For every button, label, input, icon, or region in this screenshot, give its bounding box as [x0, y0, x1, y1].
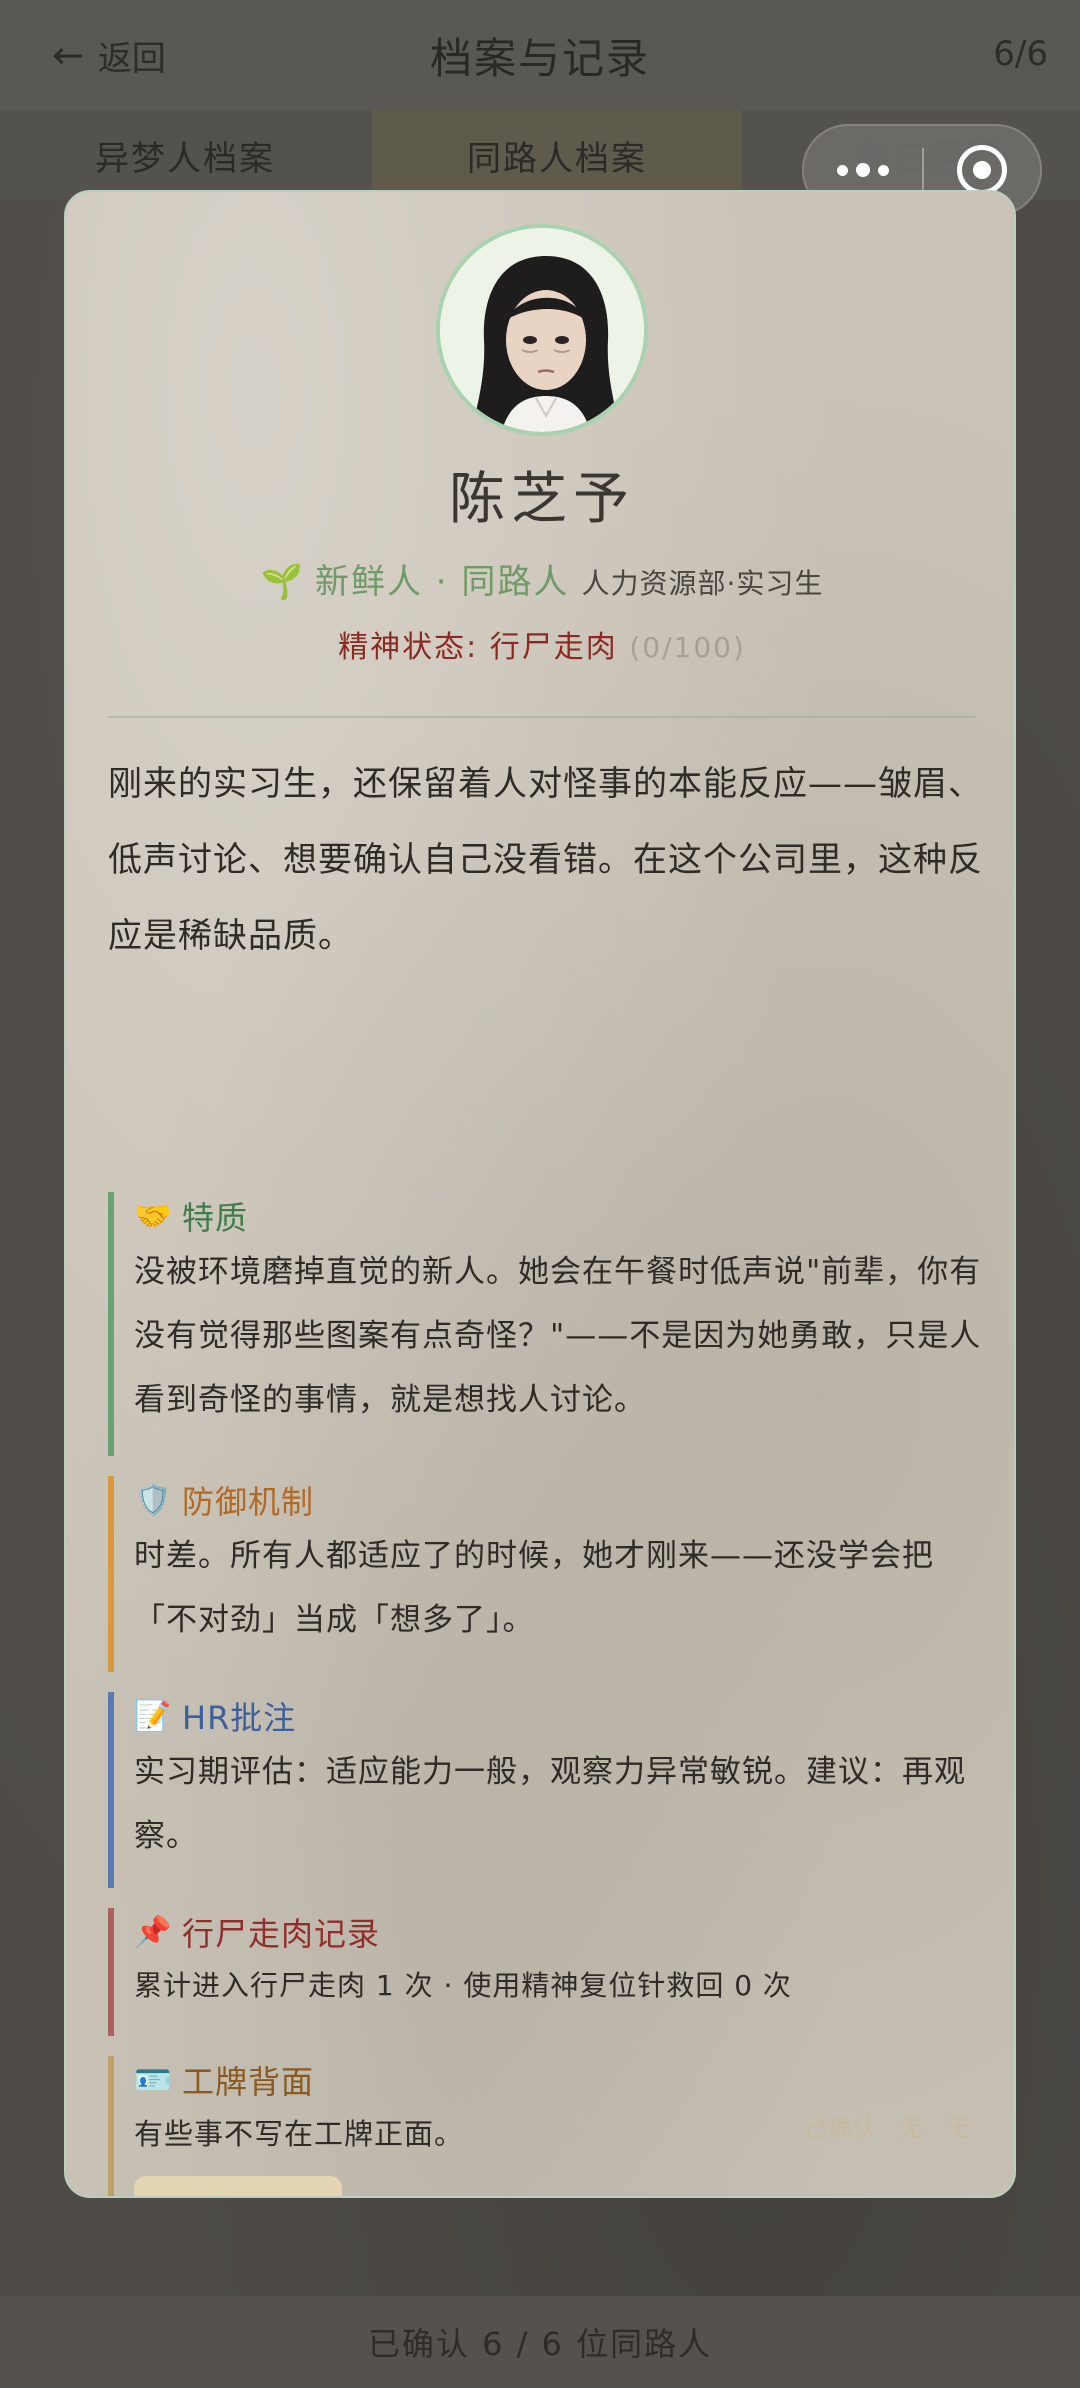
mental-status: 精神状态: 行尸走肉 (0/100)	[66, 622, 1014, 666]
section-body: 实习期评估：适应能力一般，观察力异常敏锐。建议：再观察。	[134, 1754, 966, 1854]
view-record-button[interactable]: 查看记录 >	[134, 2176, 342, 2198]
mental-status-value: 行尸走肉	[489, 630, 618, 665]
profile-department: 人力资源部·实习生	[581, 567, 824, 600]
arrow-left-icon: ←	[52, 33, 84, 77]
section-title: 行尸走肉记录	[182, 1915, 381, 1953]
profile-intro: 刚来的实习生，还保留着人对怪事的本能反应——皱眉、低声讨论、想要确认自己没看错。…	[108, 764, 983, 956]
memo-icon: 📝	[134, 1698, 172, 1734]
section-traits: 🤝 特质 没被环境磨掉直觉的新人。她会在午餐时低声说"前辈，你有没有觉得那些图案…	[108, 1192, 988, 1456]
handshake-icon: 🤝	[134, 1198, 172, 1234]
section-hr-note: 📝 HR批注 实习期评估：适应能力一般，观察力异常敏锐。建议：再观察。	[108, 1692, 988, 1888]
section-body: 累计进入行尸走肉 1 次 · 使用精神复位针救回 0 次	[134, 1969, 792, 2002]
mental-status-score: (0/100)	[629, 631, 746, 664]
back-label: 返回	[97, 38, 166, 79]
pushpin-icon: 📌	[134, 1914, 172, 1950]
more-dots-icon	[837, 164, 848, 176]
page-title: 档案与记录	[429, 33, 650, 83]
tab-companion-archive[interactable]: 同路人档案	[372, 110, 742, 200]
mental-status-label: 精神状态:	[338, 630, 479, 665]
divider	[108, 716, 976, 718]
section-defense: 🛡️ 防御机制 时差。所有人都适应了的时候，她才刚来——还没学会把「不对劲」当成…	[108, 1476, 988, 1672]
page-counter: 6/6	[993, 34, 1048, 74]
target-circle-icon	[956, 145, 1007, 195]
section-title: HR批注	[182, 1699, 297, 1737]
section-title: 特质	[182, 1199, 249, 1237]
bottom-status-bar: 已确认 6 / 6 位同路人	[0, 2296, 1080, 2388]
section-zombie-record: 📌 行尸走肉记录 累计进入行尸走肉 1 次 · 使用精神复位针救回 0 次	[108, 1908, 988, 2036]
section-title: 防御机制	[182, 1483, 315, 1521]
watermark: 已确认 · 无 · 无	[804, 2114, 970, 2142]
avatar	[436, 224, 648, 436]
tab-dreamer-archive[interactable]: 异梦人档案	[0, 110, 370, 200]
section-body: 没被环境磨掉直觉的新人。她会在午餐时低声说"前辈，你有没有觉得那些图案有点奇怪？…	[134, 1254, 982, 1418]
view-record-label: 查看记录	[152, 2189, 284, 2197]
id-card-icon: 🪪	[134, 2062, 172, 2098]
profile-card: 陈芝予 🌱 新鲜人 · 同路人 人力资源部·实习生 精神状态: 行尸走肉 (0/…	[64, 190, 1016, 2198]
avatar-portrait	[440, 228, 644, 432]
shield-icon: 🛡️	[134, 1482, 172, 1518]
profile-tagline: 🌱 新鲜人 · 同路人 人力资源部·实习生	[66, 554, 1014, 603]
chevron-right-icon: >	[300, 2196, 324, 2198]
back-button[interactable]: ← 返回	[52, 30, 166, 80]
profile-category: 新鲜人 · 同路人	[315, 562, 570, 602]
top-nav-bar: ← 返回 档案与记录 6/6	[0, 0, 1080, 110]
section-title: 工牌背面	[182, 2063, 315, 2101]
profile-name: 陈芝予	[449, 467, 635, 532]
section-body: 时差。所有人都适应了的时候，她才刚来——还没学会把「不对劲」当成「想多了」。	[134, 1538, 934, 1638]
sprout-icon: 🌱	[260, 562, 303, 602]
